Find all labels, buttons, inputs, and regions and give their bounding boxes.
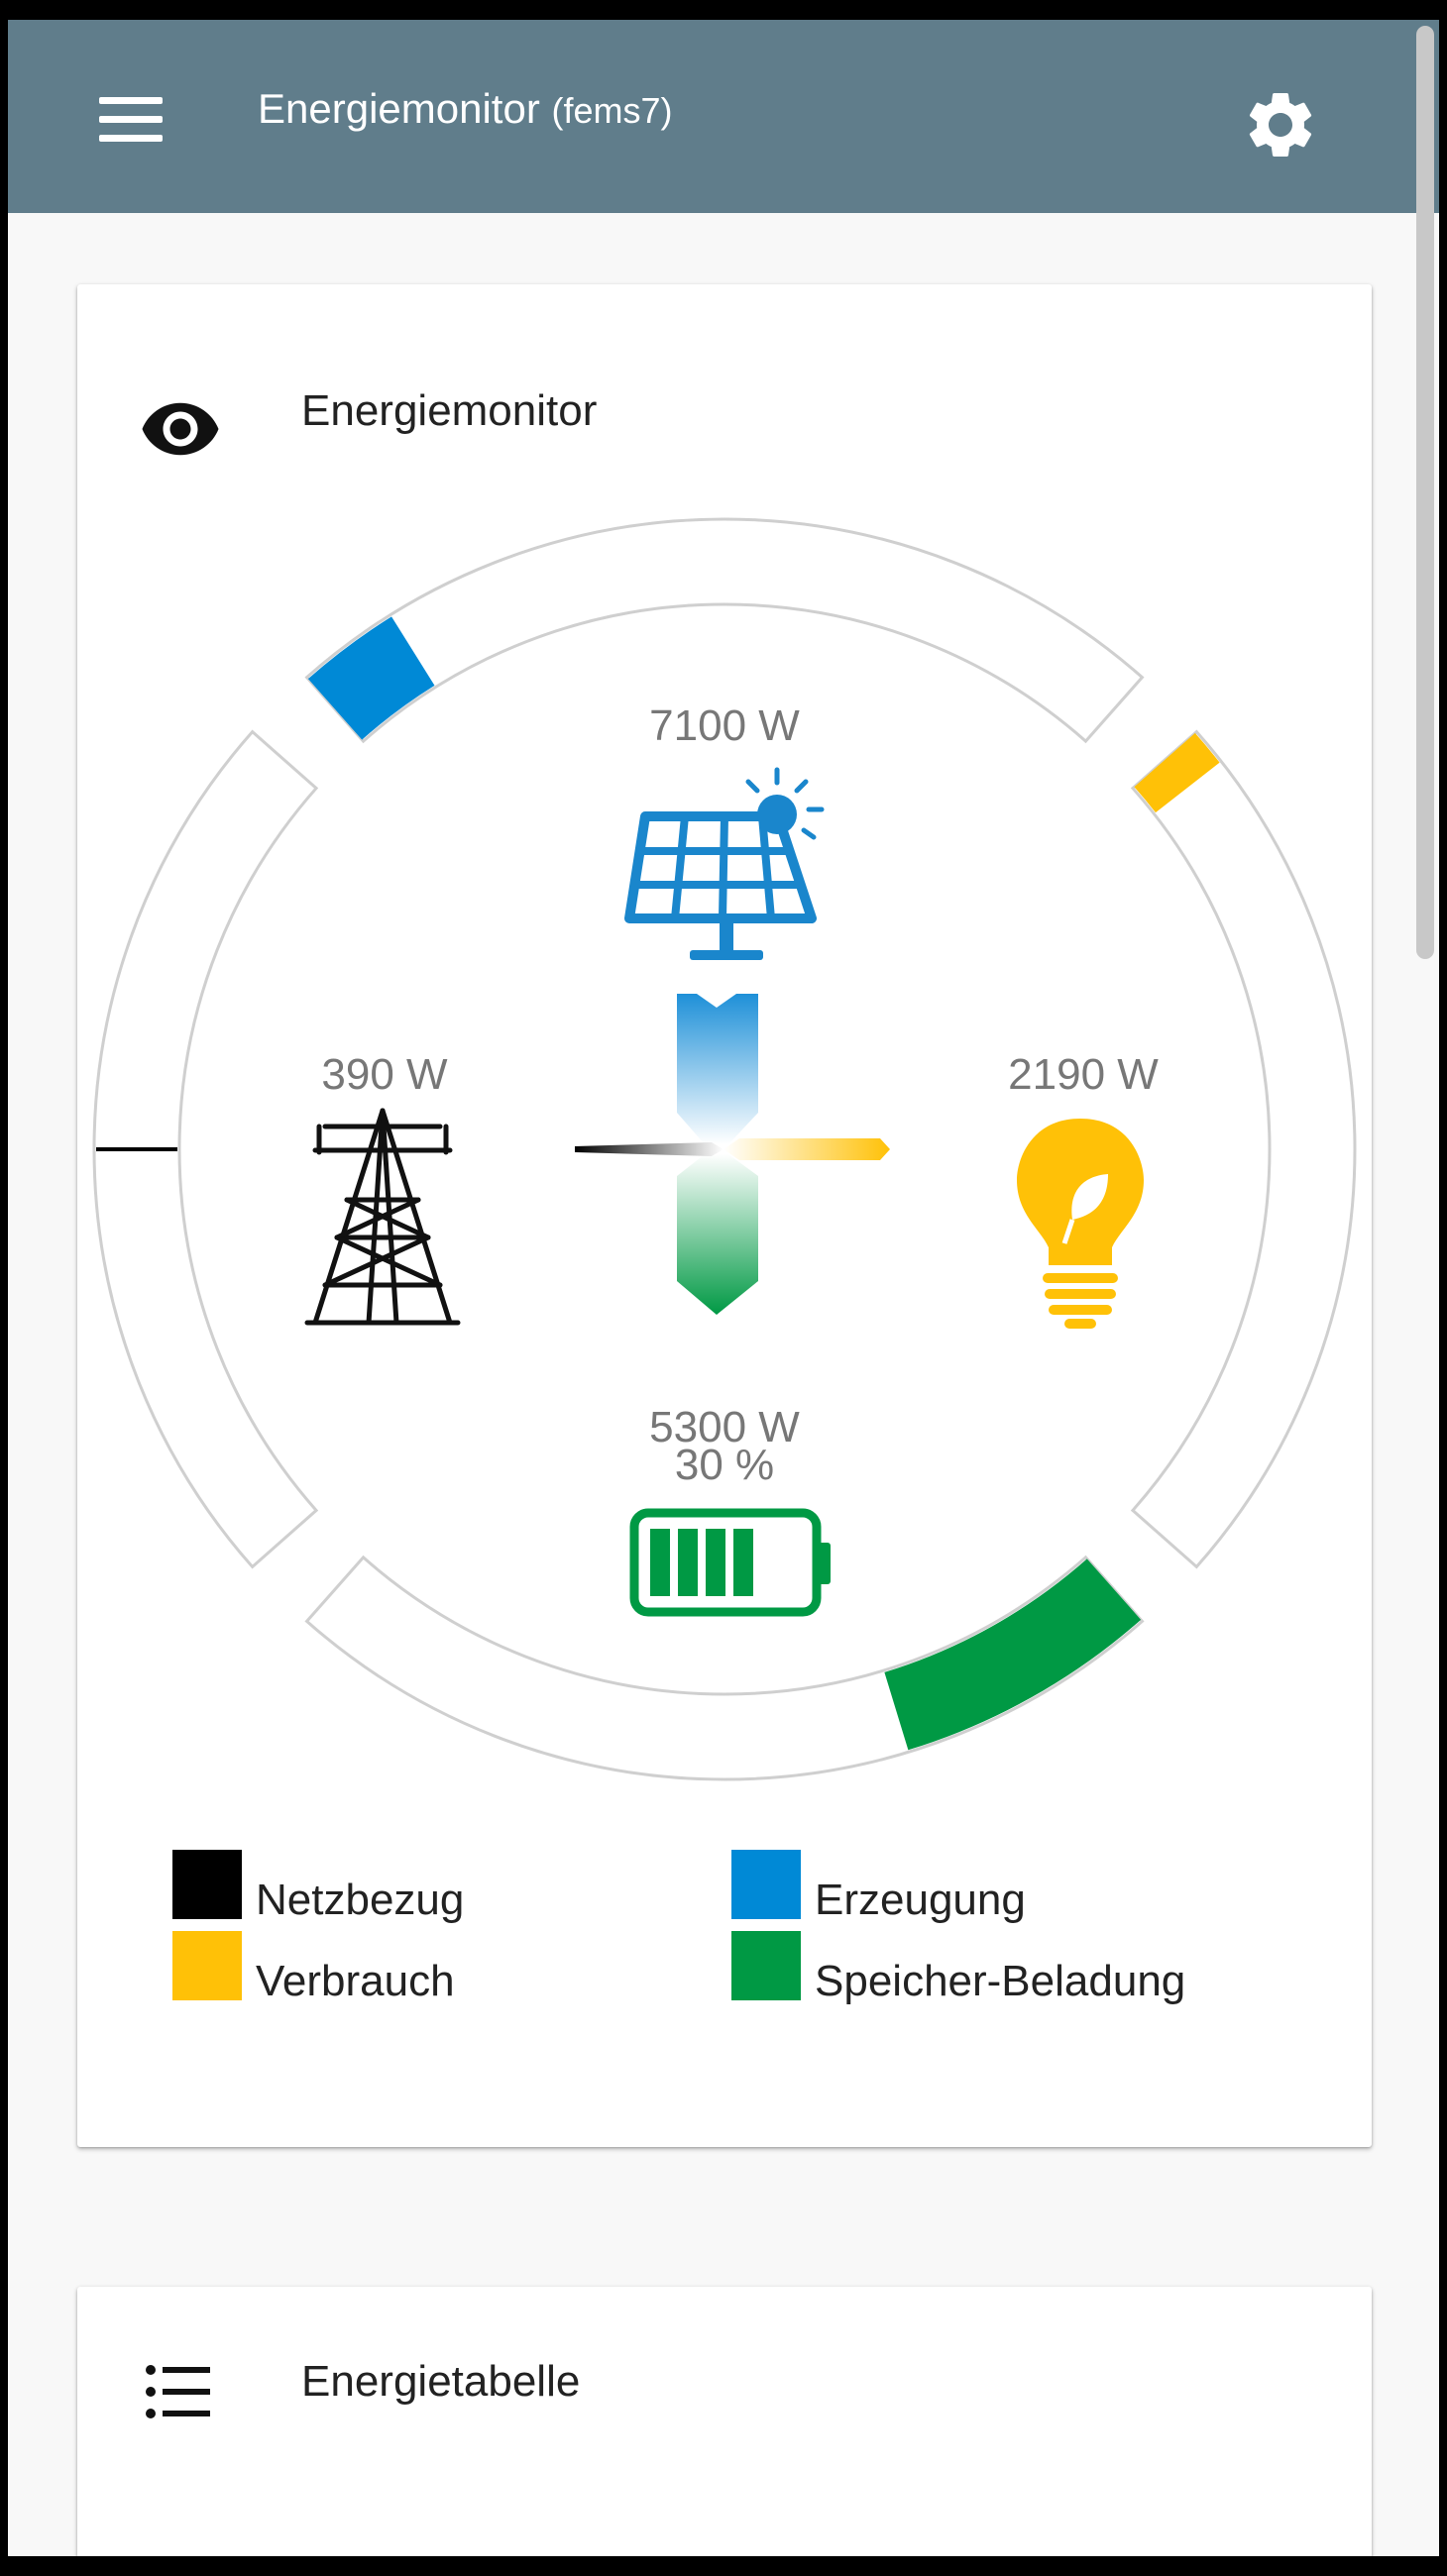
legend-label: Verbrauch	[256, 1957, 455, 2005]
battery-level-bars	[650, 1529, 753, 1596]
energy-table-card[interactable]: Energietabelle	[77, 2287, 1372, 2556]
storage-flow-arrow	[677, 1154, 758, 1315]
scrollbar[interactable]	[1416, 26, 1434, 959]
legend-swatch	[172, 1850, 242, 1919]
lightbulb-leaf-icon	[1017, 1119, 1144, 1329]
legend-swatch	[731, 1931, 801, 2000]
consumption-ring-segment	[1130, 729, 1357, 1569]
toolbar-title-text: Energiemonitor	[258, 85, 540, 132]
battery-bar	[733, 1529, 753, 1596]
legend-swatch	[731, 1850, 801, 1919]
production-value: 7100 W	[649, 701, 800, 750]
consumption-flow-arrow	[724, 1138, 890, 1160]
consumption-value: 2190 W	[1008, 1050, 1159, 1099]
list-icon	[141, 2354, 216, 2429]
power-pylon-icon	[304, 1108, 461, 1326]
grid-flow-line	[575, 1142, 724, 1156]
production-flow-arrow	[677, 994, 758, 1144]
toolbar-subtitle: (fems7)	[551, 90, 673, 131]
energy-monitor-card: Energiemonitor 7100 W 390 W 2190 W 5300 …	[77, 284, 1372, 2147]
battery-icon	[629, 1508, 831, 1617]
solar-panel-icon	[624, 767, 825, 960]
legend-label: Erzeugung	[815, 1876, 1026, 1924]
legend-label: Speicher-Beladung	[815, 1957, 1186, 2005]
menu-icon[interactable]	[99, 97, 163, 143]
flow-arrows	[575, 994, 890, 1315]
battery-bar	[678, 1529, 698, 1596]
settings-gear-icon[interactable]	[1241, 85, 1320, 164]
battery-bar	[706, 1529, 725, 1596]
legend-label: Netzbezug	[256, 1876, 465, 1924]
legend-swatch	[172, 1931, 242, 2000]
toolbar-title: Energiemonitor (fems7)	[258, 85, 673, 133]
energy-table-title: Energietabelle	[301, 2357, 581, 2406]
grid-value: 390 W	[321, 1050, 448, 1099]
energy-flow-diagram: 7100 W 390 W 2190 W 5300 W 30 %	[92, 517, 1357, 1781]
battery-bar	[650, 1529, 670, 1596]
storage-soc: 30 %	[675, 1441, 774, 1489]
app-toolbar: Energiemonitor (fems7)	[8, 20, 1439, 213]
app-frame: Energiemonitor (fems7) Energiemonitor 71…	[8, 20, 1439, 2556]
